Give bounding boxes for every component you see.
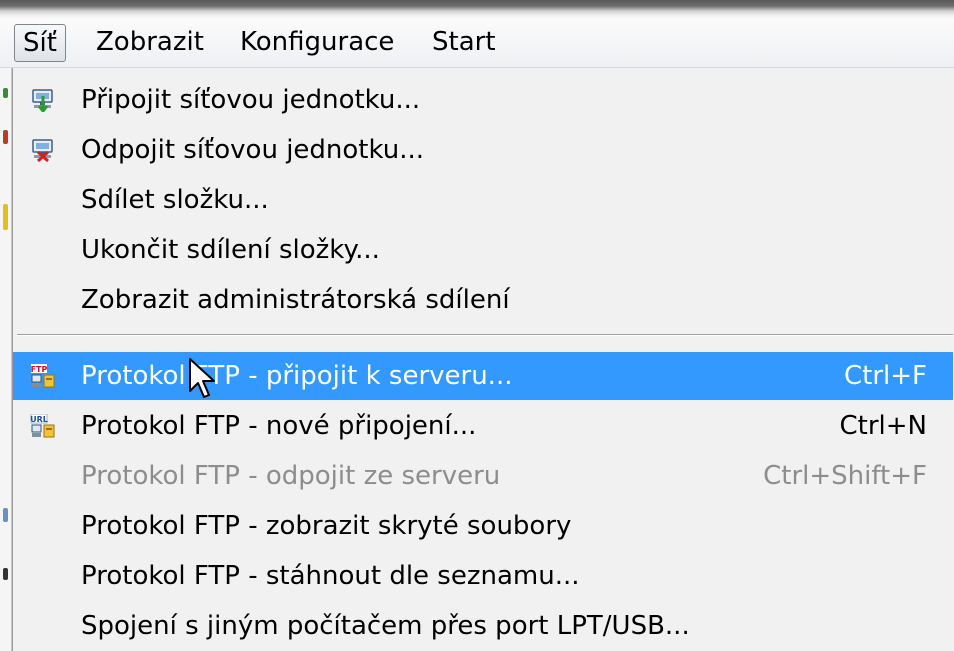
- menu-item-show-admin-shares[interactable]: Zobrazit administrátorská sdílení: [13, 276, 953, 324]
- ftp-connect-icon: FTP: [31, 364, 55, 388]
- mouse-cursor-icon: [189, 358, 215, 398]
- menu-item-label: Protokol FTP - připojit k serveru...: [81, 361, 513, 391]
- window-top-edge: [0, 0, 954, 18]
- menu-item-disconnect-network-drive[interactable]: Odpojit síťovou jednotku...: [13, 126, 953, 174]
- disconnect-network-drive-icon: [32, 139, 53, 162]
- menu-item-label: Protokol FTP - zobrazit skryté soubory: [81, 511, 572, 541]
- menu-item-label: Protokol FTP - nové připojení...: [81, 411, 477, 441]
- menubar-item-start[interactable]: Start: [424, 24, 504, 62]
- menu-item-ftp-show-hidden-files[interactable]: Protokol FTP - zobrazit skryté soubory: [13, 502, 953, 550]
- menu-item-label: Odpojit síťovou jednotku...: [81, 135, 425, 165]
- map-network-drive-icon: [32, 89, 53, 112]
- ftp-url-icon: URL: [30, 414, 55, 438]
- menu-item-shortcut: Ctrl+Shift+F: [763, 461, 927, 491]
- background-edge-mark: [3, 568, 8, 580]
- background-window-edge: [0, 68, 12, 651]
- menu-item-label: Zobrazit administrátorská sdílení: [81, 285, 510, 315]
- menu-bar: Síť Zobrazit Konfigurace Start: [0, 18, 954, 68]
- menu-item-label: Ukončit sdílení složky...: [81, 235, 380, 265]
- menu-separator: [17, 334, 953, 336]
- menu-item-label: Spojení s jiným počítačem přes port LPT/…: [81, 611, 690, 641]
- menu-item-label: Protokol FTP - stáhnout dle seznamu...: [81, 561, 580, 591]
- menu-item-shortcut: Ctrl+N: [839, 411, 928, 441]
- menu-item-share-folder[interactable]: Sdílet složku...: [13, 176, 953, 224]
- menu-item-lpt-usb-connection[interactable]: Spojení s jiným počítačem přes port LPT/…: [13, 602, 953, 650]
- menubar-item-konfigurace[interactable]: Konfigurace: [232, 24, 402, 62]
- menubar-item-sit[interactable]: Síť: [14, 24, 66, 62]
- menu-item-shortcut: Ctrl+F: [843, 361, 927, 391]
- background-edge-mark: [3, 508, 8, 522]
- menu-item-stop-sharing-folder[interactable]: Ukončit sdílení složky...: [13, 226, 953, 274]
- menu-item-ftp-download-list[interactable]: Protokol FTP - stáhnout dle seznamu...: [13, 552, 953, 600]
- background-edge-mark: [3, 204, 8, 230]
- background-edge-mark: [3, 88, 8, 98]
- menu-item-label: Sdílet složku...: [81, 185, 269, 215]
- menubar-item-zobrazit[interactable]: Zobrazit: [88, 24, 212, 62]
- background-edge-mark: [3, 130, 8, 144]
- svg-text:FTP: FTP: [31, 365, 48, 374]
- menu-item-ftp-new-connection[interactable]: URL Protokol FTP - nové připojení... Ctr…: [13, 402, 953, 450]
- menu-item-ftp-connect[interactable]: FTP Protokol FTP - připojit k serveru...…: [13, 352, 953, 400]
- menu-item-ftp-disconnect: Protokol FTP - odpojit ze serveru Ctrl+S…: [13, 452, 953, 500]
- menu-item-map-network-drive[interactable]: Připojit síťovou jednotku...: [13, 76, 953, 124]
- svg-text:URL: URL: [30, 415, 48, 424]
- menu-item-label: Protokol FTP - odpojit ze serveru: [81, 461, 501, 491]
- sit-dropdown-menu: Připojit síťovou jednotku... Odpojit síť…: [12, 68, 954, 651]
- menu-item-label: Připojit síťovou jednotku...: [81, 85, 421, 115]
